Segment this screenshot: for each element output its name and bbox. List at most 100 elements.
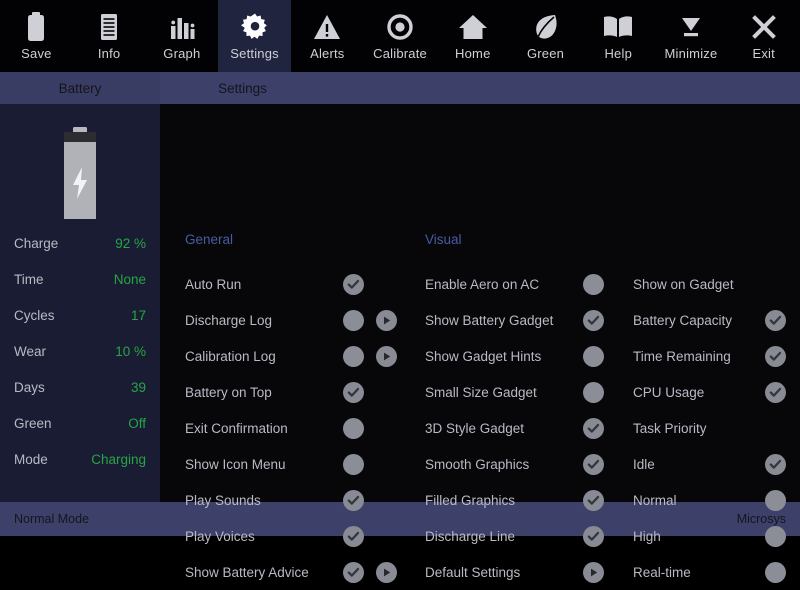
play-icon[interactable] (376, 562, 397, 583)
option-row[interactable]: Battery Capacity (633, 302, 800, 338)
checkbox-checked-icon[interactable] (765, 382, 786, 403)
toolbar-button-minimize[interactable]: Minimize (655, 0, 728, 72)
checkbox-unchecked-icon[interactable] (343, 310, 364, 331)
target-icon (385, 12, 415, 42)
toolbar-button-info[interactable]: Info (73, 0, 146, 72)
option-row[interactable]: Filled Graphics (425, 482, 605, 518)
toolbar-button-help[interactable]: Help (582, 0, 655, 72)
option-row[interactable]: Show Battery Gadget (425, 302, 605, 338)
option-label: Show Icon Menu (185, 457, 286, 472)
checkbox-unchecked-icon[interactable] (343, 454, 364, 475)
checkbox-checked-icon[interactable] (343, 382, 364, 403)
option-row[interactable]: Auto Run (185, 266, 385, 302)
checkbox-unchecked-icon[interactable] (765, 490, 786, 511)
option-row[interactable]: Normal (633, 482, 800, 518)
option-label: High (633, 529, 661, 544)
checkbox-checked-icon[interactable] (765, 310, 786, 331)
option-row[interactable]: Exit Confirmation (185, 410, 385, 446)
option-row[interactable]: Calibration Log (185, 338, 385, 374)
play-icon[interactable] (376, 310, 397, 331)
checkbox-checked-icon[interactable] (343, 562, 364, 583)
option-controls (583, 454, 604, 475)
toolbar-button-graph[interactable]: Graph (145, 0, 218, 72)
status-mode: Normal Mode (14, 512, 89, 526)
warning-icon (312, 12, 342, 42)
tab-battery[interactable]: Battery (0, 72, 160, 104)
option-label: Smooth Graphics (425, 457, 529, 472)
option-controls (583, 310, 604, 331)
option-row[interactable]: Idle (633, 446, 800, 482)
checkbox-unchecked-icon[interactable] (343, 346, 364, 367)
option-row[interactable]: Battery on Top (185, 374, 385, 410)
play-icon[interactable] (376, 346, 397, 367)
toolbar-button-home[interactable]: Home (436, 0, 509, 72)
option-label: Show Battery Gadget (425, 313, 553, 328)
option-row[interactable]: Play Sounds (185, 482, 385, 518)
option-controls (343, 490, 364, 511)
checkbox-checked-icon[interactable] (765, 346, 786, 367)
option-row[interactable]: Show Gadget Hints (425, 338, 605, 374)
stat-label: Charge (14, 236, 58, 251)
option-label: Battery on Top (185, 385, 272, 400)
bar-chart-icon (167, 12, 197, 42)
checkbox-checked-icon[interactable] (583, 310, 604, 331)
options-group-heading: Show on Gadget (633, 266, 800, 302)
toolbar-button-label: Exit (752, 47, 774, 60)
checkbox-unchecked-icon[interactable] (765, 562, 786, 583)
option-label: Show Gadget Hints (425, 349, 541, 364)
stat-label: Mode (14, 452, 48, 467)
option-row[interactable]: Show Icon Menu (185, 446, 385, 482)
option-row[interactable]: Time Remaining (633, 338, 800, 374)
settings-panel: General Visual Auto RunDischarge LogCali… (160, 104, 800, 502)
checkbox-unchecked-icon[interactable] (583, 274, 604, 295)
option-label: Play Voices (185, 529, 255, 544)
option-row[interactable]: Default Settings (425, 554, 605, 590)
stat-value: 10 % (115, 344, 146, 359)
checkbox-checked-icon[interactable] (583, 454, 604, 475)
toolbar-button-green[interactable]: Green (509, 0, 582, 72)
stat-row: Charge92 % (14, 236, 146, 272)
option-row[interactable]: Show Battery Advice (185, 554, 385, 590)
option-row[interactable]: 3D Style Gadget (425, 410, 605, 446)
toolbar-button-alerts[interactable]: Alerts (291, 0, 364, 72)
checkbox-checked-icon[interactable] (343, 490, 364, 511)
option-row[interactable]: Discharge Line (425, 518, 605, 554)
option-controls (765, 454, 786, 475)
checkbox-checked-icon[interactable] (583, 490, 604, 511)
option-row[interactable]: Enable Aero on AC (425, 266, 605, 302)
toolbar-button-settings[interactable]: Settings (218, 0, 291, 72)
option-controls (343, 418, 364, 439)
option-label: Calibration Log (185, 349, 276, 364)
option-row[interactable]: Real-time (633, 554, 800, 590)
checkbox-checked-icon[interactable] (343, 274, 364, 295)
checkbox-unchecked-icon[interactable] (583, 346, 604, 367)
battery-sidebar: Charge92 %TimeNoneCycles17Wear10 %Days39… (0, 104, 160, 502)
tab-settings-label: Settings (218, 81, 267, 96)
option-row[interactable]: Play Voices (185, 518, 385, 554)
option-row[interactable]: Small Size Gadget (425, 374, 605, 410)
checkbox-checked-icon[interactable] (583, 526, 604, 547)
toolbar-button-exit[interactable]: Exit (727, 0, 800, 72)
option-controls (343, 310, 397, 331)
tab-settings[interactable]: Settings (160, 72, 325, 104)
checkbox-unchecked-icon[interactable] (765, 526, 786, 547)
checkbox-unchecked-icon[interactable] (583, 382, 604, 403)
option-row[interactable]: CPU Usage (633, 374, 800, 410)
book-icon (603, 12, 633, 42)
checkbox-unchecked-icon[interactable] (343, 418, 364, 439)
toolbar-button-save[interactable]: Save (0, 0, 73, 72)
option-label: CPU Usage (633, 385, 704, 400)
options-group-heading: Task Priority (633, 410, 800, 446)
option-row[interactable]: Smooth Graphics (425, 446, 605, 482)
stat-value: None (114, 272, 146, 287)
toolbar-button-label: Graph (163, 47, 200, 60)
option-controls (765, 526, 786, 547)
checkbox-checked-icon[interactable] (765, 454, 786, 475)
checkbox-checked-icon[interactable] (343, 526, 364, 547)
option-controls (583, 382, 604, 403)
option-row[interactable]: High (633, 518, 800, 554)
checkbox-checked-icon[interactable] (583, 418, 604, 439)
toolbar-button-calibrate[interactable]: Calibrate (364, 0, 437, 72)
option-row[interactable]: Discharge Log (185, 302, 385, 338)
play-icon[interactable] (583, 562, 604, 583)
